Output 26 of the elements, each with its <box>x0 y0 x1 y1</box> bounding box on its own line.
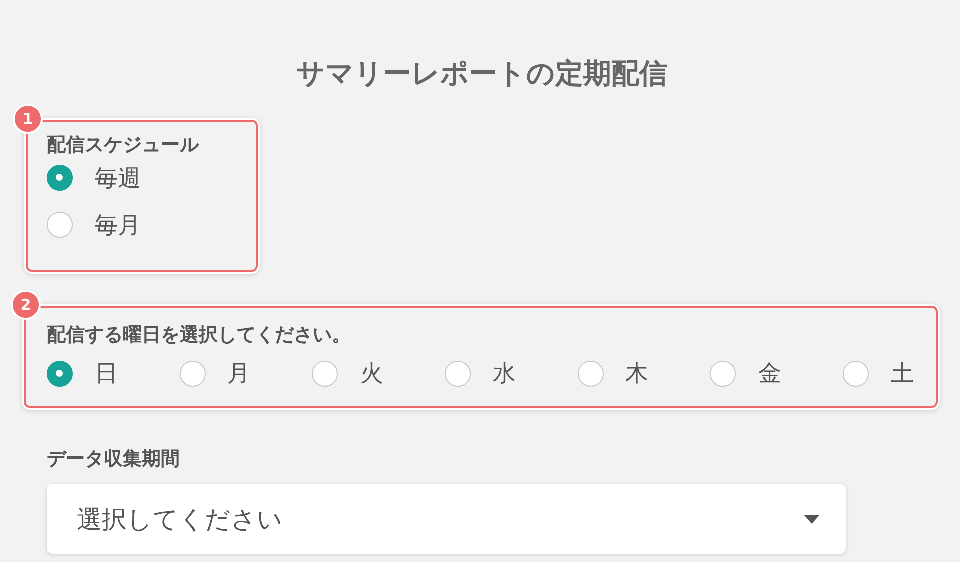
field-label: 配信する曜日を選択してください。 <box>47 323 352 348</box>
option-label[interactable]: 毎週 <box>95 162 141 194</box>
option-label[interactable]: 金 <box>758 358 782 389</box>
radio-button[interactable] <box>444 360 471 386</box>
radio-button[interactable] <box>842 360 869 386</box>
number-badge: 2 <box>11 290 41 320</box>
radio-button[interactable] <box>47 212 73 238</box>
radio-button[interactable] <box>578 360 604 386</box>
radio-button[interactable] <box>47 165 73 191</box>
option-label[interactable]: 日 <box>95 358 118 389</box>
field-label: 配信スケジュール <box>47 133 200 158</box>
number-badge: 1 <box>13 104 43 134</box>
option-label[interactable]: 水 <box>492 358 516 389</box>
radio-button[interactable] <box>47 360 73 386</box>
field-label: データ収集期間 <box>47 447 181 472</box>
radio-button[interactable] <box>180 360 206 386</box>
page-title: サマリーレポートの定期配信 <box>296 56 668 92</box>
option-label[interactable]: 土 <box>890 358 914 389</box>
radio-button[interactable] <box>710 360 736 386</box>
option-label[interactable]: 毎月 <box>95 210 141 240</box>
option-label[interactable]: 木 <box>626 358 649 389</box>
option-label[interactable]: 月 <box>228 358 251 389</box>
caret-icon <box>804 514 820 524</box>
select-field[interactable]: 選択してください <box>47 484 846 554</box>
option-label[interactable]: 火 <box>360 358 384 389</box>
radio-button[interactable] <box>312 360 338 386</box>
